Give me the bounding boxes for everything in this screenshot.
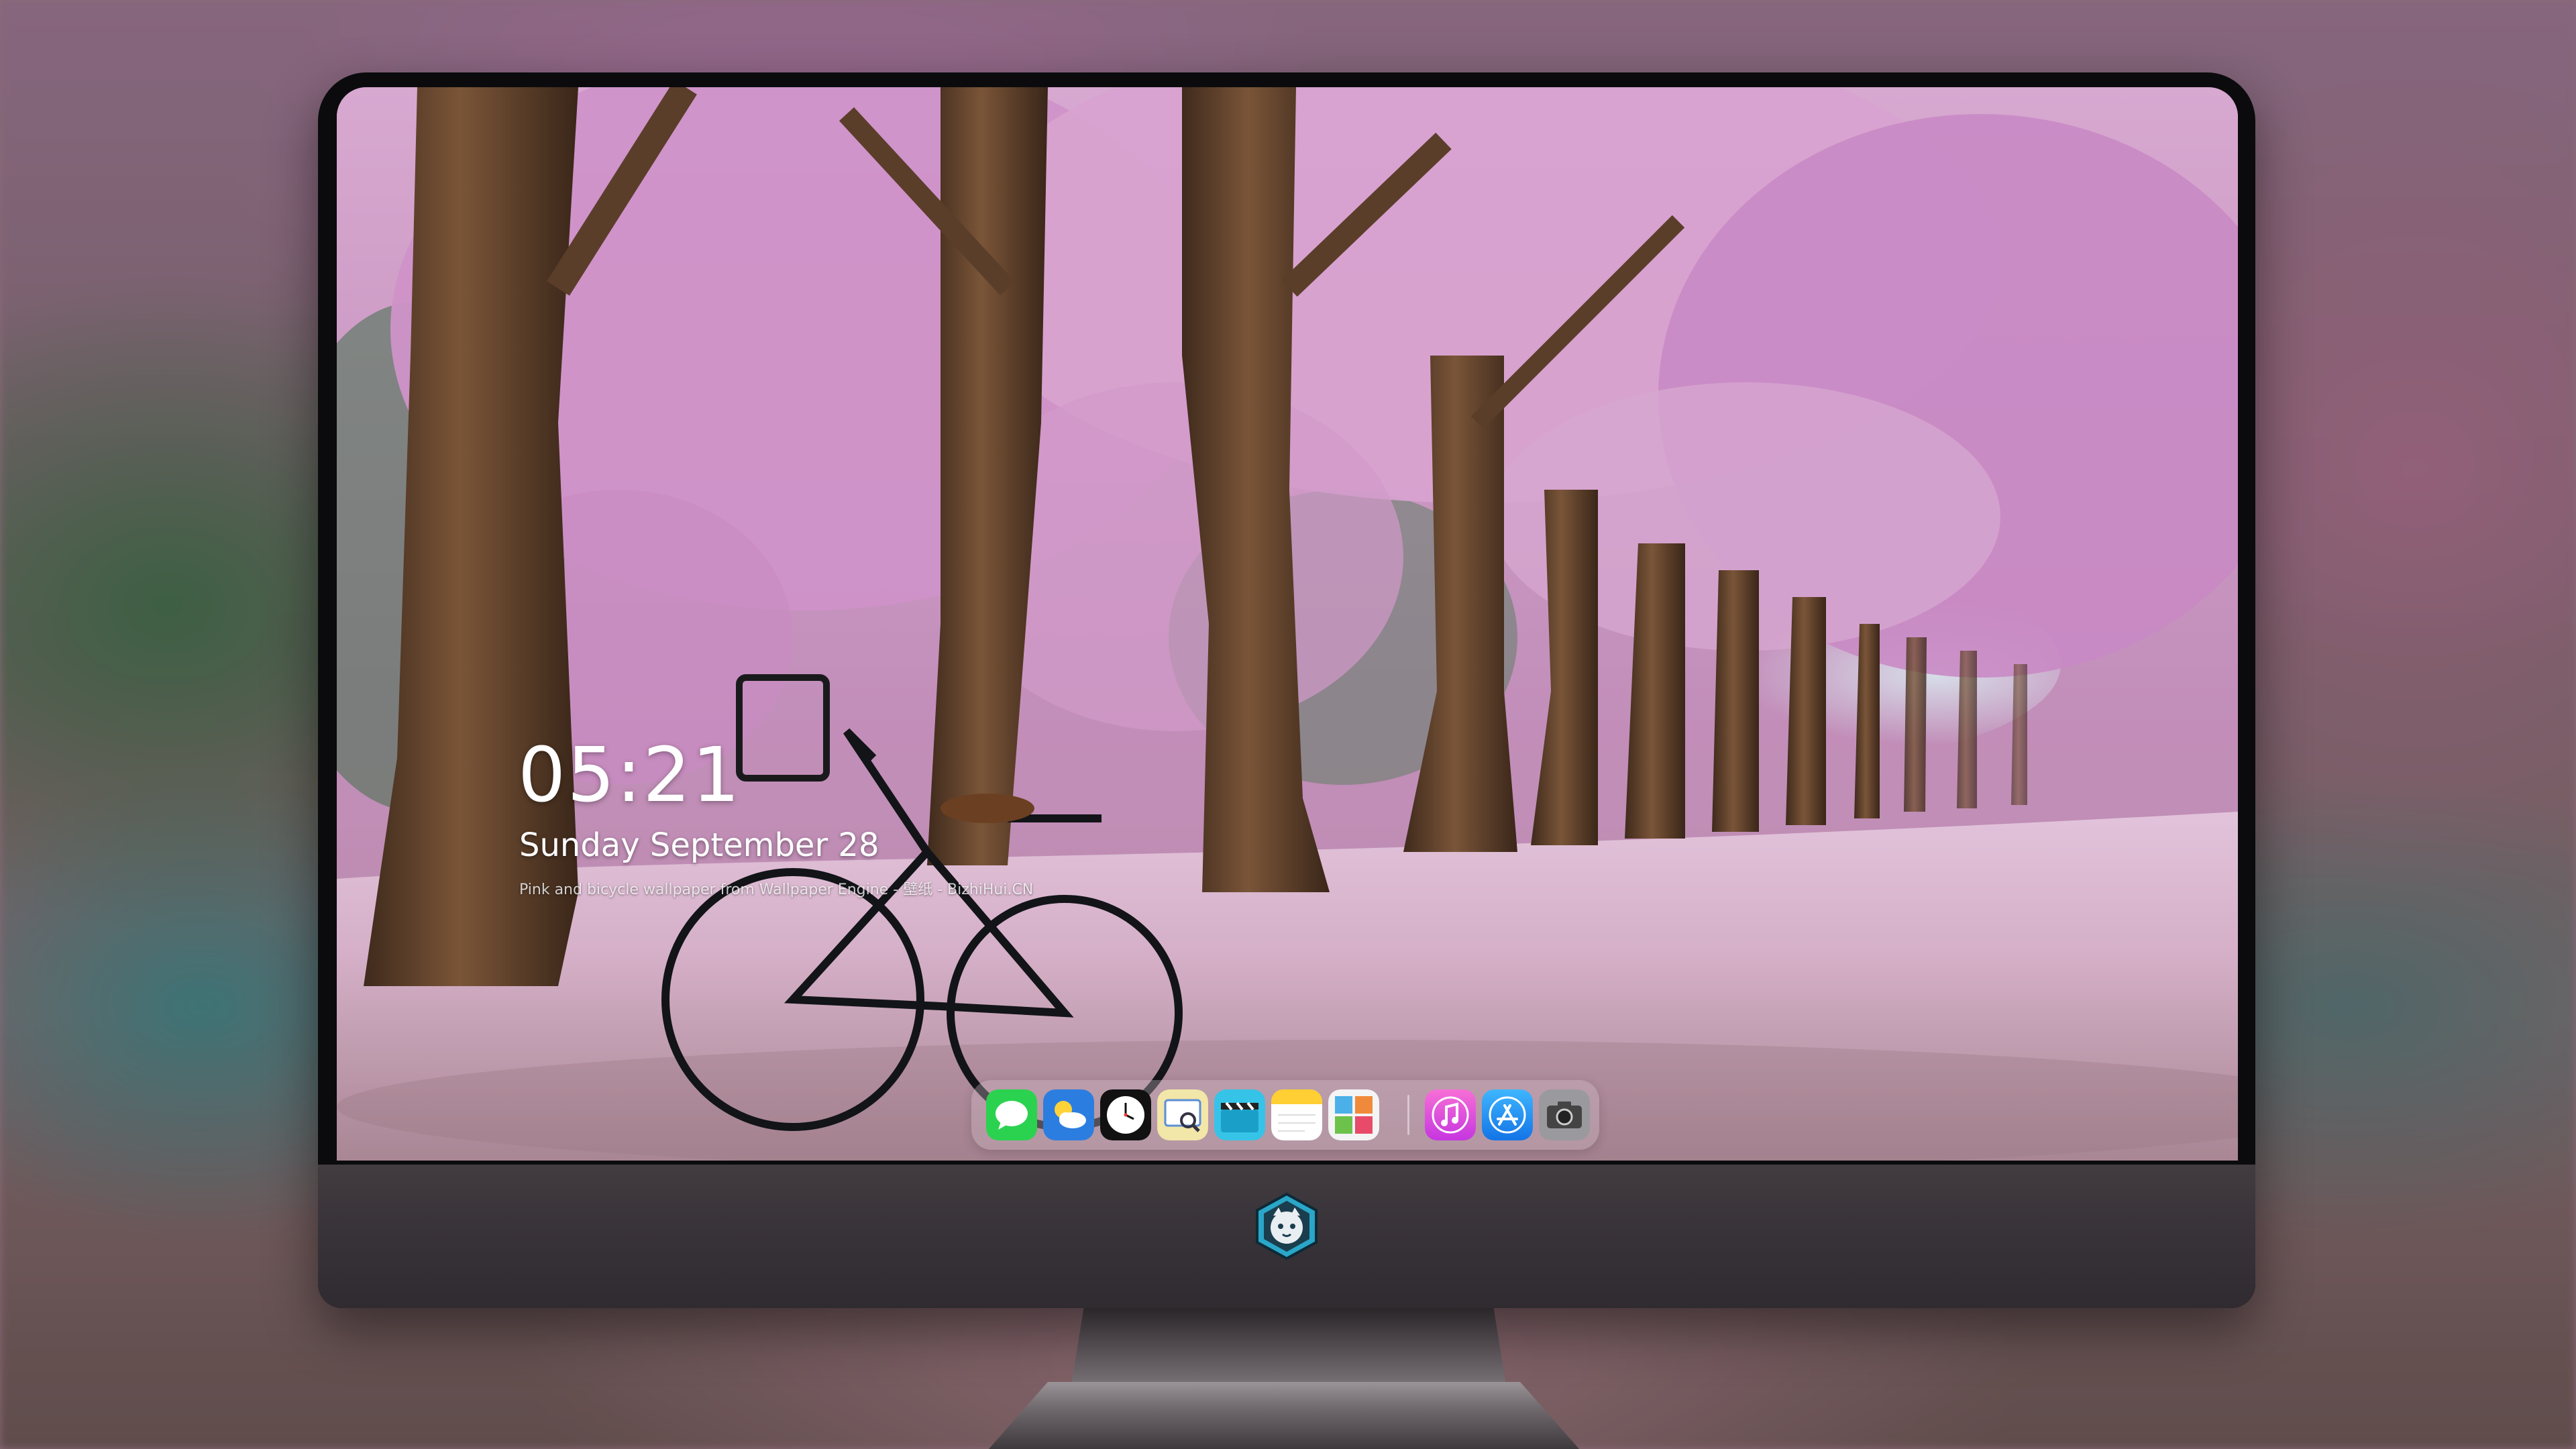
preview-icon[interactable] [1157, 1089, 1208, 1140]
messages-icon[interactable] [986, 1089, 1037, 1140]
monitor-stand-neck [1071, 1308, 1507, 1389]
weather-icon[interactable] [1043, 1089, 1094, 1140]
itunes-icon[interactable] [1425, 1089, 1476, 1140]
dock [971, 1080, 1599, 1150]
lock-screen-date: Sunday September 28 [519, 826, 879, 864]
clock-icon[interactable] [1100, 1089, 1151, 1140]
monitor-chin [318, 1165, 2255, 1308]
monitor-stand-base [989, 1382, 1579, 1449]
screen: 05:21 Sunday September 28 Pink and bicyc… [337, 87, 2238, 1161]
monitor: 05:21 Sunday September 28 Pink and bicyc… [318, 72, 2255, 1308]
brand-logo-icon [1252, 1191, 1322, 1261]
camera-icon[interactable] [1539, 1089, 1590, 1140]
lock-screen-time: 05:21 [518, 732, 741, 819]
photo-booth-icon[interactable] [1328, 1089, 1379, 1140]
notes-icon[interactable] [1271, 1089, 1322, 1140]
wallpaper-image [337, 87, 2238, 1161]
wallpaper-caption: Pink and bicycle wallpaper from Wallpape… [519, 881, 1034, 898]
clips-icon[interactable] [1214, 1089, 1265, 1140]
dock-divider [1407, 1095, 1409, 1135]
app-store-icon[interactable] [1482, 1089, 1533, 1140]
